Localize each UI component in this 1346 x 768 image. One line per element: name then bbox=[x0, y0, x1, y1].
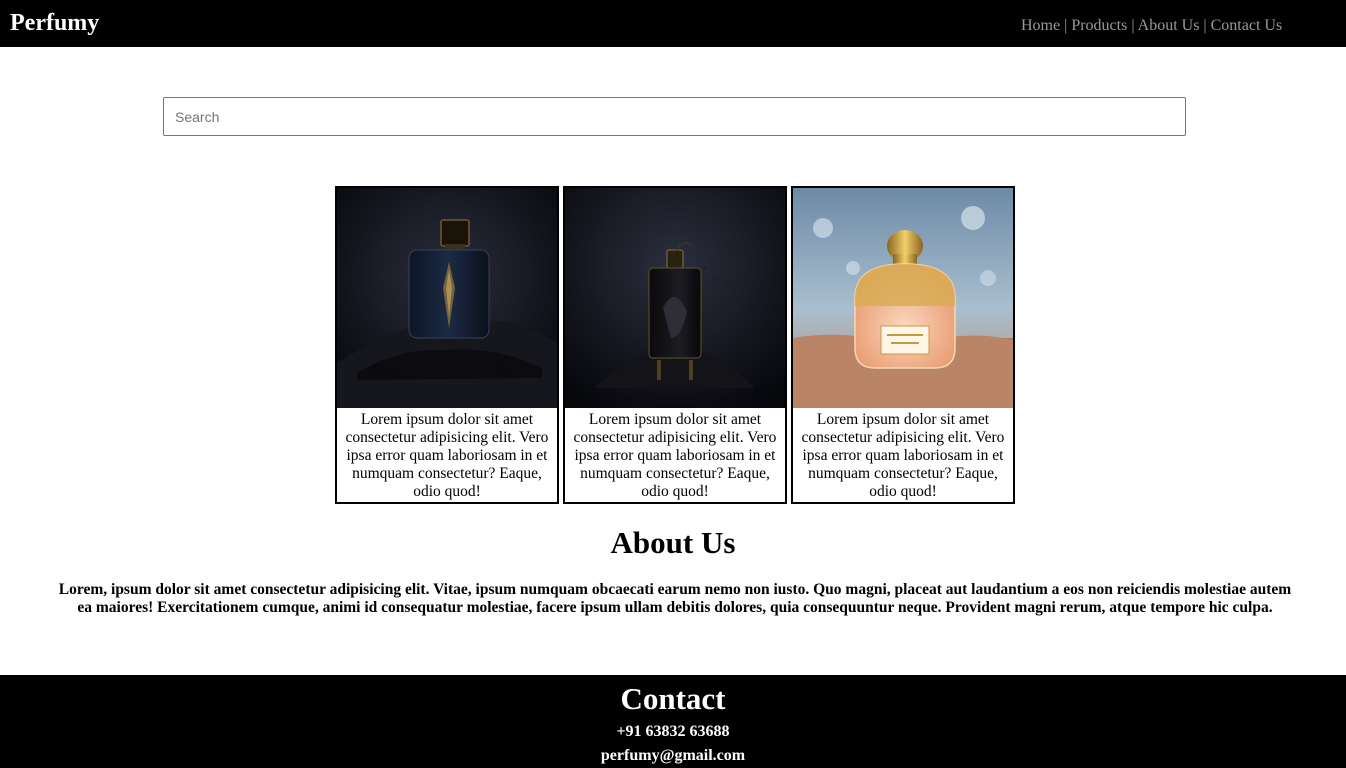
dark-perfume-bottle-image bbox=[337, 188, 557, 408]
brand-logo[interactable]: Perfumy bbox=[10, 9, 99, 37]
contact-footer: Contact +91 63832 63688 perfumy@gmail.co… bbox=[0, 675, 1346, 768]
search-input[interactable] bbox=[163, 97, 1186, 136]
product-card[interactable]: Lorem ipsum dolor sit amet consectetur a… bbox=[563, 186, 787, 504]
product-description: Lorem ipsum dolor sit amet consectetur a… bbox=[345, 411, 549, 500]
nav-menu: Home | Products | About Us | Contact Us bbox=[1021, 16, 1282, 36]
gold-honeycomb-perfume-bottle-image bbox=[793, 188, 1013, 408]
nav-link-contact-us[interactable]: Contact Us bbox=[1211, 17, 1283, 34]
contact-email[interactable]: perfumy@gmail.com bbox=[0, 746, 1346, 766]
nav-link-products[interactable]: Products bbox=[1071, 17, 1127, 34]
nav-separator: | bbox=[1203, 17, 1207, 34]
product-card[interactable]: Lorem ipsum dolor sit amet consectetur a… bbox=[335, 186, 559, 504]
contact-phone[interactable]: +91 63832 63688 bbox=[0, 722, 1346, 742]
product-description: Lorem ipsum dolor sit amet consectetur a… bbox=[573, 411, 777, 500]
nav-link-about-us[interactable]: About Us bbox=[1138, 17, 1200, 34]
nav-separator: | bbox=[1064, 17, 1068, 34]
contact-heading: Contact bbox=[620, 681, 726, 716]
nav-link-home[interactable]: Home bbox=[1021, 17, 1060, 34]
product-card[interactable]: Lorem ipsum dolor sit amet consectetur a… bbox=[791, 186, 1015, 504]
about-us-heading: About Us bbox=[610, 525, 736, 560]
about-us-text: Lorem, ipsum dolor sit amet consectetur … bbox=[58, 581, 1292, 616]
nav-separator: | bbox=[1131, 17, 1135, 34]
black-perfume-bottle-splash-image bbox=[565, 188, 785, 408]
top-navbar: Perfumy Home | Products | About Us | Con… bbox=[0, 0, 1346, 47]
product-description: Lorem ipsum dolor sit amet consectetur a… bbox=[801, 411, 1005, 500]
